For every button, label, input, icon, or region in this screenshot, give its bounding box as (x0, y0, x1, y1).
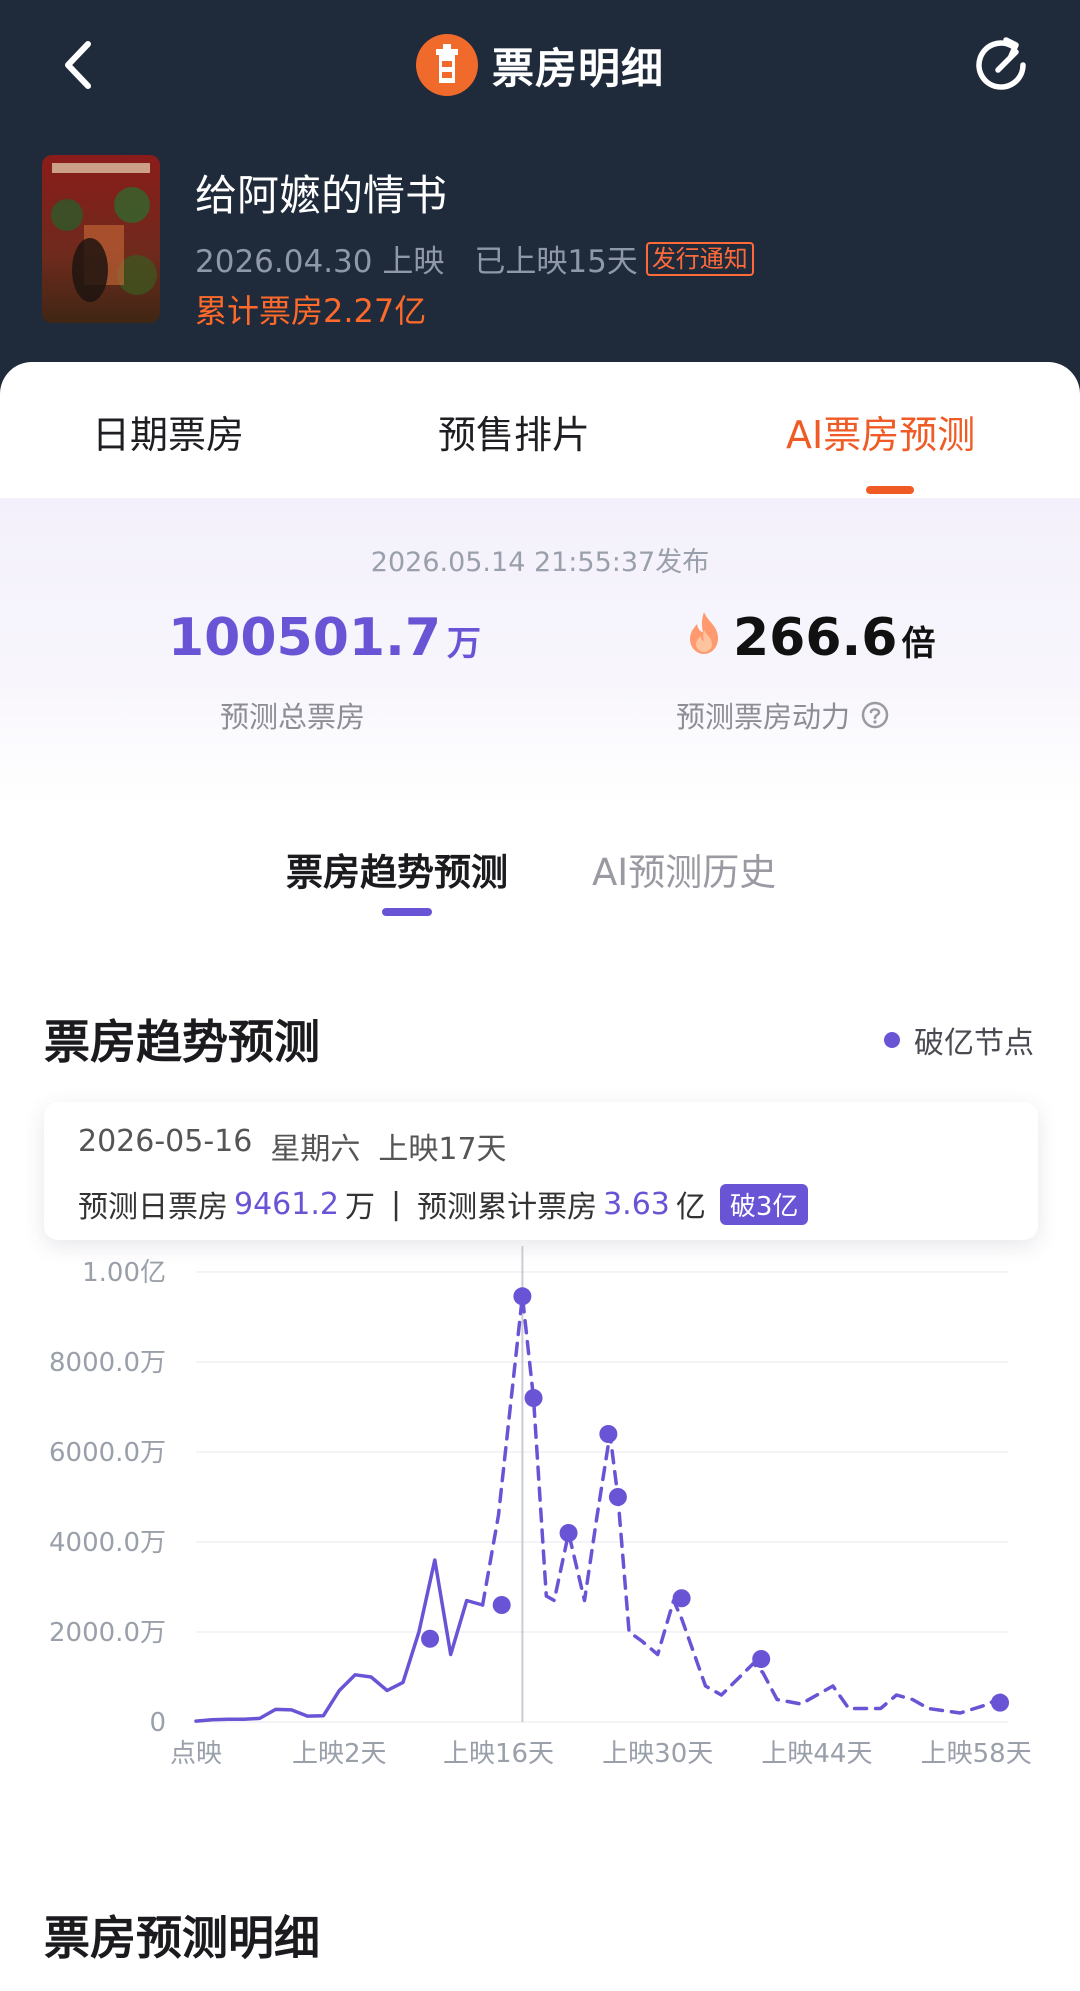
release-date: 2026.04.30 上映 (195, 244, 445, 280)
tooltip-days: 上映17天 (378, 1132, 507, 1167)
movie-meta: 2026.04.30 上映 已上映15天 发行通知 (195, 236, 754, 281)
predicted-power-value: 266.6 倍 (733, 608, 936, 668)
trend-section-title: 票房趋势预测 (44, 1015, 320, 1069)
tab-presale[interactable]: 预售排片 (438, 404, 590, 459)
title-area: 票房明细 (0, 30, 1080, 100)
tab-bar: 日期票房 预售排片 AI票房预测 (0, 362, 1080, 497)
x-tick-label: 上映30天 (602, 1739, 713, 1769)
predicted-total-label: 预测总票房 (219, 700, 365, 734)
y-tick-label: 4000.0万 (49, 1528, 166, 1558)
series-line-forecast (480, 1294, 1010, 1715)
subtab-history[interactable]: AI预测历史 (592, 842, 776, 896)
tab-daily-box[interactable]: 日期票房 (92, 404, 244, 459)
subtab-underline (382, 908, 432, 916)
chart-tooltip: 2026-05-16 星期六 上映17天 预测日票房 9461.2 万 | 预测… (44, 1102, 1038, 1240)
notice-badge[interactable]: 发行通知 (645, 241, 754, 276)
series-line-actual (194, 1558, 485, 1723)
tooltip-values-line: 预测日票房 9461.2 万 | 预测累计票房 3.63 亿 破3亿 (78, 1182, 809, 1226)
tooltip-date: 2026-05-16 (78, 1124, 253, 1159)
tooltip-cum-value: 3.63 (603, 1186, 670, 1222)
milestone-point (524, 1389, 543, 1407)
chart-legend: 破亿节点 (884, 1018, 1034, 1062)
content-card: 日期票房 预售排片 AI票房预测 2026.05.14 21:55:37发布 1… (0, 362, 1080, 1991)
legend-label: 破亿节点 (914, 1026, 1034, 1061)
subtab-trend[interactable]: 票房趋势预测 (286, 842, 508, 896)
tooltip-daily-label: 预测日票房 (78, 1190, 228, 1225)
milestone-point (559, 1524, 578, 1542)
milestone-point (752, 1650, 771, 1668)
tooltip-separator: | (390, 1186, 402, 1222)
tab-ai-predict[interactable]: AI票房预测 (786, 404, 975, 459)
header: 票房明细 给阿嬷的情书 2026.04.30 上映 已上映15天 发行通知 累计… (0, 0, 1080, 400)
predicted-total-value: 100501.7 万 (168, 608, 482, 668)
y-tick-label: 0 (149, 1708, 166, 1738)
y-tick-label: 1.00亿 (82, 1258, 166, 1288)
milestone-point (513, 1287, 532, 1306)
x-tick-label: 上映16天 (443, 1739, 554, 1769)
tooltip-weekday: 星期六 (270, 1132, 361, 1167)
milestone-point (492, 1596, 511, 1614)
tooltip-badge: 破3亿 (719, 1183, 809, 1225)
milestone-point (599, 1425, 618, 1443)
x-tick-label: 点映 (170, 1739, 222, 1769)
x-tick-label: 上映44天 (761, 1739, 872, 1769)
x-tick-label: 上映2天 (292, 1739, 387, 1769)
flame-icon (690, 612, 718, 654)
legend-dot (884, 1032, 900, 1048)
y-tick-label: 2000.0万 (49, 1618, 166, 1648)
predicted-power-label: 预测票房动力 (676, 694, 890, 736)
tooltip-date-line: 2026-05-16 星期六 上映17天 (78, 1124, 507, 1168)
trend-chart[interactable]: 0 2000.0万 4000.0万 6000.0万 8000.0万 1.00亿点映 上映2天… (0, 1242, 1080, 1772)
movie-title: 给阿嬷的情书 (195, 171, 448, 220)
help-icon[interactable] (860, 700, 890, 730)
y-tick-label: 8000.0万 (49, 1348, 166, 1378)
tooltip-cum-unit: 亿 (675, 1190, 706, 1225)
subtab-bar: 票房趋势预测 AI预测历史 (0, 842, 1080, 932)
tab-underline (866, 486, 914, 494)
tooltip-daily-value: 9461.2 (234, 1186, 339, 1222)
detail-section-title: 票房预测明细 (44, 1911, 320, 1965)
page-title: 票房明细 (491, 43, 664, 93)
logo-icon (415, 34, 478, 96)
x-tick-label: 上映58天 (921, 1739, 1032, 1769)
prediction-panel: 2026.05.14 21:55:37发布 100501.7 万 预测总票房 26… (0, 498, 1080, 804)
y-tick-label: 6000.0万 (49, 1438, 166, 1468)
tooltip-daily-unit: 万 (344, 1190, 375, 1225)
milestone-point (991, 1693, 1010, 1712)
movie-poster[interactable] (42, 155, 160, 323)
total-box-office: 累计票房2.27亿 (195, 292, 427, 330)
tooltip-cum-label: 预测累计票房 (417, 1190, 598, 1225)
milestone-point (608, 1488, 627, 1506)
milestone-point (672, 1589, 691, 1608)
nav-bar: 票房明细 (0, 0, 1080, 130)
refresh-icon[interactable] (968, 30, 1038, 100)
days-released: 已上映15天 (474, 244, 638, 280)
publish-time: 2026.05.14 21:55:37发布 (370, 547, 710, 578)
milestone-point (421, 1629, 440, 1648)
